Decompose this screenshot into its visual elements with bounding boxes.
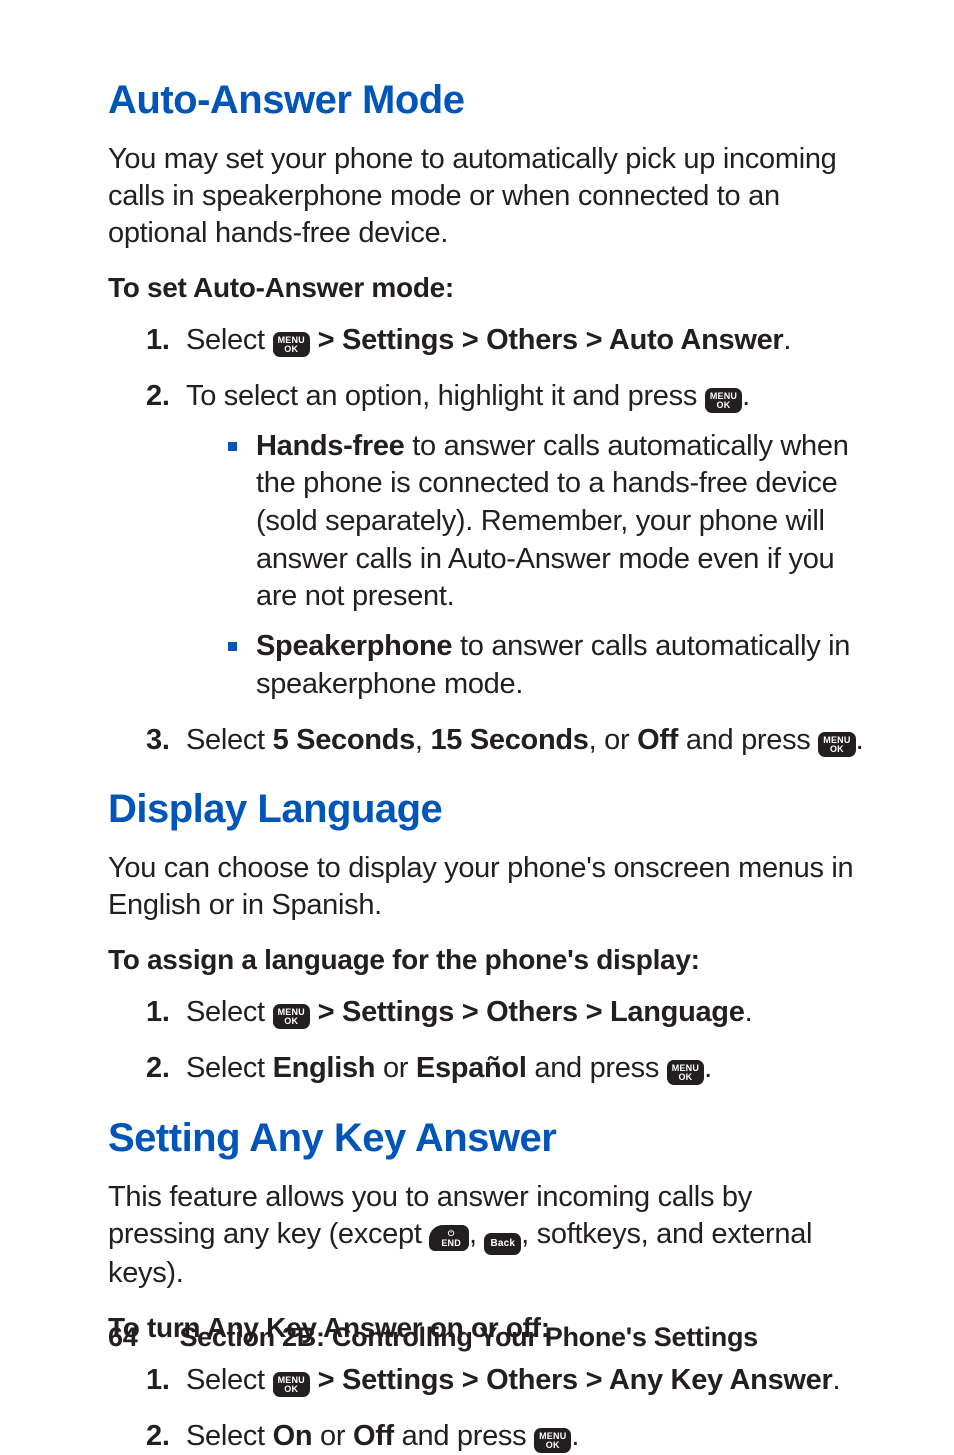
period: . — [745, 996, 753, 1028]
menu-ok-key-icon: MENUOK — [705, 388, 742, 413]
menu-ok-key-icon: MENUOK — [818, 732, 855, 757]
menu-ok-key-icon: MENUOK — [534, 1428, 571, 1453]
opt: 15 Seconds — [430, 724, 588, 756]
back-key-icon: Back — [484, 1233, 521, 1255]
menu-ok-key-icon: MENUOK — [273, 1372, 310, 1397]
page-footer: 64 Section 2B: Controlling Your Phone's S… — [108, 1322, 758, 1353]
step: To select an option, highlight it and pr… — [146, 378, 864, 704]
period: . — [856, 724, 864, 756]
t: or — [312, 1420, 353, 1452]
t: Select — [186, 1420, 273, 1452]
opt: Off — [353, 1420, 394, 1452]
t: , — [415, 724, 431, 756]
step: Select MENUOK > Settings > Others > Auto… — [146, 322, 864, 360]
menu-ok-key-icon: MENUOK — [667, 1060, 704, 1085]
t: Select — [186, 724, 273, 756]
lead: Speakerphone — [256, 630, 452, 662]
text: Select — [186, 1364, 273, 1396]
t: and press — [394, 1420, 534, 1452]
footer-title: Section 2B: Controlling Your Phone's Set… — [179, 1322, 757, 1352]
t: , — [469, 1218, 485, 1250]
menu-ok-key-icon: MENUOK — [273, 332, 310, 357]
heading-auto-answer: Auto-Answer Mode — [108, 78, 864, 123]
steps-any-key-answer: Select MENUOK > Settings > Others > Any … — [108, 1362, 864, 1455]
period: . — [704, 1052, 712, 1084]
bullet-speakerphone: Speakerphone to answer calls automatical… — [228, 628, 864, 703]
text: To select an option, highlight it and pr… — [186, 380, 705, 412]
steps-display-language: Select MENUOK > Settings > Others > Lang… — [108, 994, 864, 1087]
text: Select — [186, 996, 273, 1028]
step: Select 5 Seconds, 15 Seconds, or Off and… — [146, 722, 864, 760]
bullets: Hands-free to answer calls automatically… — [186, 428, 864, 704]
path: > Settings > Others > Language — [310, 996, 745, 1028]
t: and press — [678, 724, 818, 756]
step: Select English or Español and press MENU… — [146, 1050, 864, 1088]
heading-any-key-answer: Setting Any Key Answer — [108, 1116, 864, 1161]
path: > Settings > Others > Auto Answer — [310, 324, 784, 356]
path: > Settings > Others > Any Key Answer — [310, 1364, 833, 1396]
intro-auto-answer: You may set your phone to automatically … — [108, 141, 864, 252]
steps-auto-answer: Select MENUOK > Settings > Others > Auto… — [108, 322, 864, 759]
bullet-hands-free: Hands-free to answer calls automatically… — [228, 428, 864, 616]
lead: Hands-free — [256, 430, 405, 462]
step: Select On or Off and press MENUOK. — [146, 1418, 864, 1455]
opt: On — [273, 1420, 313, 1452]
opt: English — [273, 1052, 376, 1084]
period: . — [833, 1364, 841, 1396]
t: or — [375, 1052, 416, 1084]
page: Auto-Answer Mode You may set your phone … — [0, 0, 954, 1431]
period: . — [783, 324, 791, 356]
text: Select — [186, 324, 273, 356]
intro-display-language: You can choose to display your phone's o… — [108, 850, 864, 924]
end-key-icon: ⏻END — [429, 1225, 469, 1251]
intro-any-key-answer: This feature allows you to answer incomi… — [108, 1179, 864, 1292]
opt: Español — [416, 1052, 527, 1084]
period: . — [571, 1420, 579, 1452]
t: , or — [589, 724, 637, 756]
step: Select MENUOK > Settings > Others > Any … — [146, 1362, 864, 1400]
t: and press — [527, 1052, 667, 1084]
period: . — [742, 380, 750, 412]
opt: Off — [637, 724, 678, 756]
subhead-auto-answer: To set Auto-Answer mode: — [108, 272, 864, 304]
t: Select — [186, 1052, 273, 1084]
page-number: 64 — [108, 1322, 137, 1353]
menu-ok-key-icon: MENUOK — [273, 1004, 310, 1029]
subhead-display-language: To assign a language for the phone's dis… — [108, 944, 864, 976]
step: Select MENUOK > Settings > Others > Lang… — [146, 994, 864, 1032]
heading-display-language: Display Language — [108, 787, 864, 832]
opt: 5 Seconds — [273, 724, 415, 756]
